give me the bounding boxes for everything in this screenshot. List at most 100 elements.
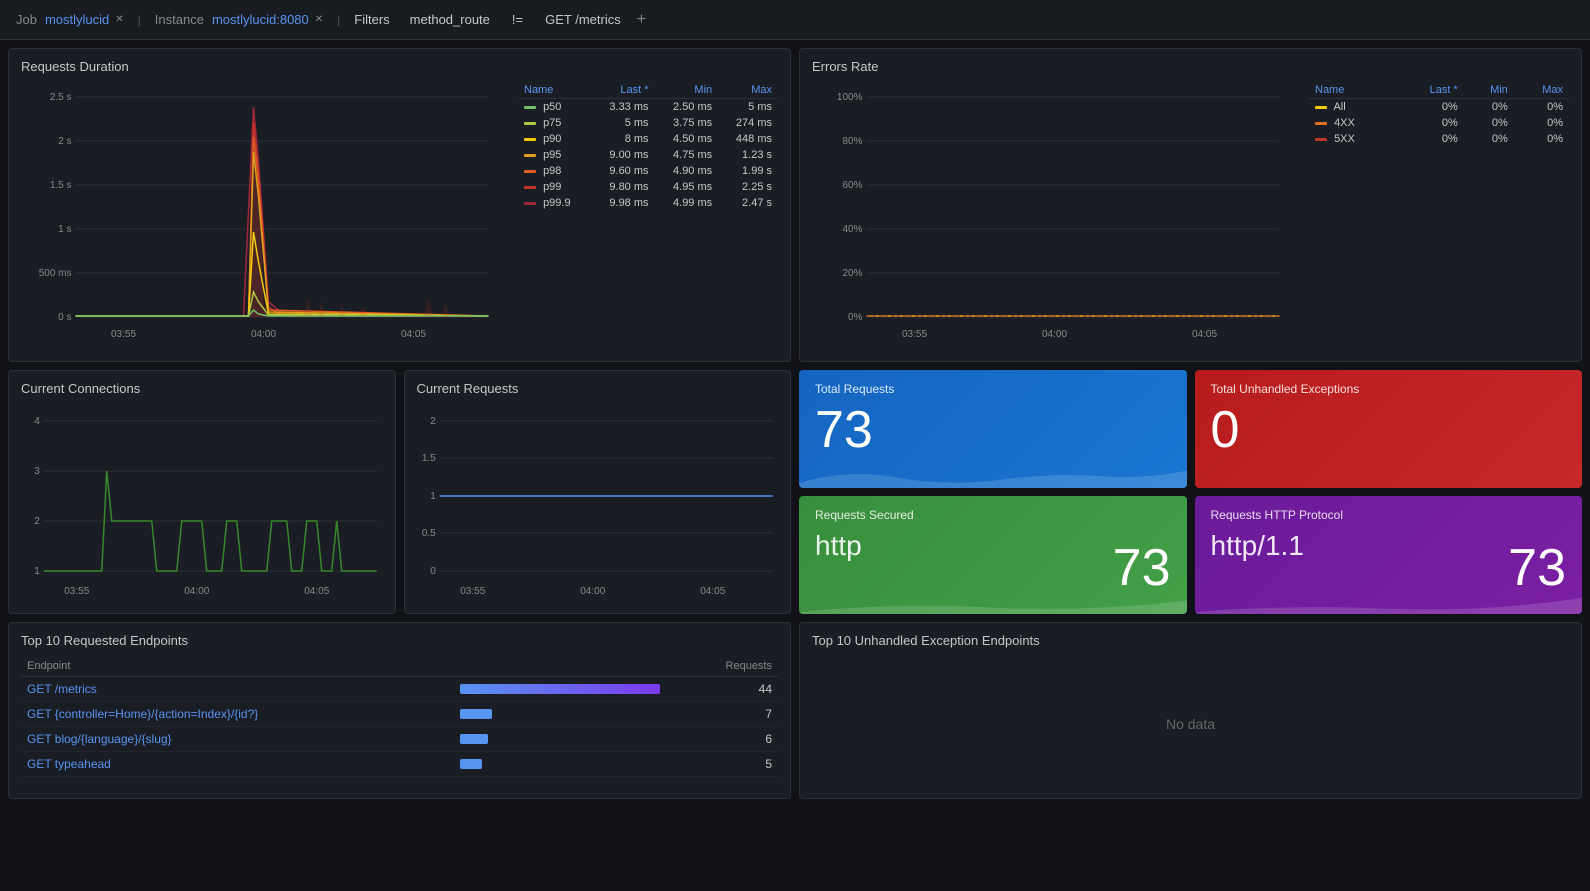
legend-col-name: Name bbox=[518, 82, 591, 99]
requests-duration-panel: Requests Duration 2.5 s 2 s 1.5 s 1 s 50… bbox=[8, 48, 791, 362]
svg-text:1 s: 1 s bbox=[58, 224, 71, 235]
legend-max: 1.23 s bbox=[718, 147, 778, 163]
errors-rate-svg: 100% 80% 60% 40% 20% 0% 03:55 04:00 04:0… bbox=[812, 82, 1297, 352]
nav-filter-val-value: GET /metrics bbox=[545, 12, 621, 27]
requests-http-protocol-card: Requests HTTP Protocol http/1.1 73 bbox=[1195, 496, 1583, 614]
svg-text:2: 2 bbox=[430, 416, 436, 427]
legend-max: 448 ms bbox=[718, 131, 778, 147]
nav-instance-name: mostlylucid:8080 bbox=[212, 12, 309, 27]
legend-name-cell: p75 bbox=[518, 115, 591, 131]
errors-legend-max: 0% bbox=[1514, 131, 1569, 147]
nav-filter-key[interactable]: method_route bbox=[402, 8, 498, 31]
legend-col-max: Max bbox=[718, 82, 778, 99]
svg-text:20%: 20% bbox=[842, 268, 862, 279]
errors-legend-last: 0% bbox=[1396, 115, 1464, 131]
nav-job[interactable]: Job mostlylucid ✕ bbox=[8, 8, 132, 31]
requests-duration-title: Requests Duration bbox=[21, 59, 778, 74]
nav-job-label: Job bbox=[16, 12, 37, 27]
errors-legend-name-cell: All bbox=[1309, 99, 1396, 116]
endpoint-cell[interactable]: GET typeahead bbox=[21, 752, 454, 777]
svg-text:4: 4 bbox=[34, 416, 40, 427]
bar-cell bbox=[454, 702, 674, 727]
svg-text:100%: 100% bbox=[837, 92, 863, 103]
legend-min: 4.99 ms bbox=[655, 195, 719, 211]
errors-legend-min: 0% bbox=[1464, 99, 1514, 116]
top10-endpoints-panel: Top 10 Requested Endpoints Endpoint Requ… bbox=[8, 622, 791, 799]
errors-legend-max: 0% bbox=[1514, 99, 1569, 116]
requests-secured-title: Requests Secured bbox=[815, 508, 1171, 522]
nav-add-filter[interactable]: + bbox=[637, 11, 646, 29]
legend-name-cell: p99 bbox=[518, 179, 591, 195]
legend-max: 1.99 s bbox=[718, 163, 778, 179]
svg-text:04:00: 04:00 bbox=[580, 586, 605, 597]
nav-filters[interactable]: Filters bbox=[346, 8, 397, 31]
nav-job-close[interactable]: ✕ bbox=[115, 14, 123, 25]
legend-min: 4.90 ms bbox=[655, 163, 719, 179]
requests-duration-svg-wrap: 2.5 s 2 s 1.5 s 1 s 500 ms 0 s 03:55 04:… bbox=[21, 82, 506, 355]
legend-min: 2.50 ms bbox=[655, 99, 719, 116]
current-connections-title: Current Connections bbox=[21, 381, 383, 396]
errors-legend-col-last: Last * bbox=[1396, 82, 1464, 99]
no-data-label: No data bbox=[812, 656, 1569, 792]
nav-filter-key-value: method_route bbox=[410, 12, 490, 27]
svg-text:80%: 80% bbox=[842, 136, 862, 147]
svg-text:0.5: 0.5 bbox=[421, 528, 435, 539]
table-row: GET typeahead 5 bbox=[21, 752, 778, 777]
nav-filter-val[interactable]: GET /metrics bbox=[537, 8, 629, 31]
row2-left: Current Connections 4 3 2 1 03:55 04:00 … bbox=[8, 370, 791, 614]
legend-row: p50 3.33 ms 2.50 ms 5 ms bbox=[518, 99, 778, 116]
svg-text:0%: 0% bbox=[848, 312, 863, 323]
nav-instance[interactable]: Instance mostlylucid:8080 ✕ bbox=[147, 8, 331, 31]
svg-text:60%: 60% bbox=[842, 180, 862, 191]
legend-last: 9.98 ms bbox=[591, 195, 655, 211]
endpoints-table: Endpoint Requests GET /metrics 44 GET {c… bbox=[21, 656, 778, 777]
svg-text:04:05: 04:05 bbox=[304, 586, 329, 597]
endpoint-cell[interactable]: GET /metrics bbox=[21, 677, 454, 702]
svg-text:2.5 s: 2.5 s bbox=[50, 92, 72, 103]
legend-min: 3.75 ms bbox=[655, 115, 719, 131]
total-requests-card: Total Requests 73 bbox=[799, 370, 1187, 488]
errors-rate-legend: Name Last * Min Max All 0% 0% 0% 4XX 0% … bbox=[1309, 82, 1569, 355]
errors-rate-title: Errors Rate bbox=[812, 59, 1569, 74]
legend-max: 274 ms bbox=[718, 115, 778, 131]
total-requests-wave bbox=[799, 448, 1187, 488]
top10-exceptions-title: Top 10 Unhandled Exception Endpoints bbox=[812, 633, 1569, 648]
legend-max: 2.47 s bbox=[718, 195, 778, 211]
count-cell: 5 bbox=[674, 752, 778, 777]
count-cell: 7 bbox=[674, 702, 778, 727]
endpoint-cell[interactable]: GET blog/{language}/{slug} bbox=[21, 727, 454, 752]
table-row: GET blog/{language}/{slug} 6 bbox=[21, 727, 778, 752]
errors-legend-col-name: Name bbox=[1309, 82, 1396, 99]
requests-duration-svg: 2.5 s 2 s 1.5 s 1 s 500 ms 0 s 03:55 04:… bbox=[21, 82, 506, 352]
legend-row: p98 9.60 ms 4.90 ms 1.99 s bbox=[518, 163, 778, 179]
legend-last: 9.00 ms bbox=[591, 147, 655, 163]
svg-text:2 s: 2 s bbox=[58, 136, 71, 147]
top10-exceptions-panel: Top 10 Unhandled Exception Endpoints No … bbox=[799, 622, 1582, 799]
legend-name-cell: p98 bbox=[518, 163, 591, 179]
legend-name-cell: p99.9 bbox=[518, 195, 591, 211]
svg-text:1.5: 1.5 bbox=[421, 453, 435, 464]
top-nav: Job mostlylucid ✕ | Instance mostlylucid… bbox=[0, 0, 1590, 40]
table-row: GET {controller=Home}/{action=Index}/{id… bbox=[21, 702, 778, 727]
nav-instance-close[interactable]: ✕ bbox=[315, 14, 323, 25]
legend-max: 2.25 s bbox=[718, 179, 778, 195]
legend-col-min: Min bbox=[655, 82, 719, 99]
svg-text:03:55: 03:55 bbox=[460, 586, 485, 597]
nav-filter-op[interactable]: != bbox=[502, 8, 533, 31]
count-cell: 44 bbox=[674, 677, 778, 702]
endpoint-cell[interactable]: GET {controller=Home}/{action=Index}/{id… bbox=[21, 702, 454, 727]
svg-text:04:05: 04:05 bbox=[401, 329, 426, 340]
svg-text:2: 2 bbox=[34, 516, 40, 527]
nav-job-name: mostlylucid bbox=[45, 12, 109, 27]
errors-rate-svg-wrap: 100% 80% 60% 40% 20% 0% 03:55 04:00 04:0… bbox=[812, 82, 1297, 355]
total-unhandled-card: Total Unhandled Exceptions 0 bbox=[1195, 370, 1583, 488]
errors-legend-name-cell: 5XX bbox=[1309, 131, 1396, 147]
legend-min: 4.75 ms bbox=[655, 147, 719, 163]
legend-table-duration: Name Last * Min Max p50 3.33 ms 2.50 ms … bbox=[518, 82, 778, 211]
errors-legend-last: 0% bbox=[1396, 99, 1464, 116]
legend-col-last: Last * bbox=[591, 82, 655, 99]
legend-name-cell: p95 bbox=[518, 147, 591, 163]
legend-row: p95 9.00 ms 4.75 ms 1.23 s bbox=[518, 147, 778, 163]
svg-text:04:00: 04:00 bbox=[184, 586, 209, 597]
svg-text:04:05: 04:05 bbox=[1192, 329, 1217, 340]
